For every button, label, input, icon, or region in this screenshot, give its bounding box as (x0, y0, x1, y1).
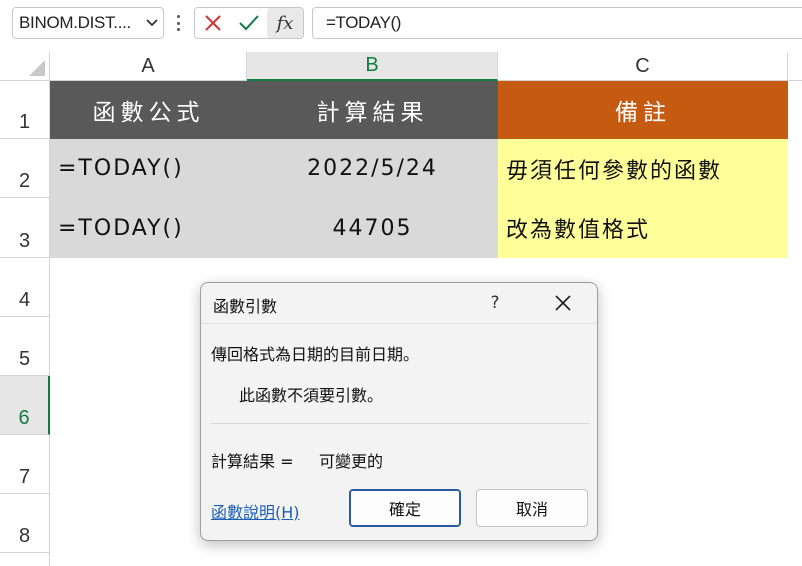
name-box[interactable]: BINOM.DIST.... (12, 7, 164, 39)
select-all-icon (29, 60, 45, 76)
column-header-d[interactable] (788, 52, 802, 81)
column-header-a[interactable]: A (50, 52, 247, 81)
formula-buttons: fx (194, 7, 304, 39)
cancel-icon[interactable] (195, 8, 231, 38)
result-label: 計算結果 = (211, 452, 294, 471)
function-help-link[interactable]: 函數說明(H) (211, 499, 300, 523)
row-header-6[interactable]: 6 (0, 376, 50, 435)
result-value: 可變更的 (319, 452, 384, 471)
function-arguments-dialog: 函數引數 ? 傳回格式為日期的目前日期。 此函數不須要引數。 計算結果 = 可變… (200, 282, 598, 541)
row-header-5[interactable]: 5 (0, 317, 50, 376)
dialog-title: 函數引數 (213, 297, 278, 316)
cell-c3[interactable]: 改為數值格式 (498, 198, 788, 258)
insert-function-icon[interactable]: fx (267, 8, 303, 38)
cancel-button[interactable]: 取消 (476, 489, 588, 527)
select-all-button[interactable] (0, 52, 50, 81)
cell-a3[interactable]: =TODAY() (50, 198, 247, 258)
argument-note: 此函數不須要引數。 (239, 386, 384, 405)
close-icon[interactable] (551, 291, 575, 315)
function-description: 傳回格式為日期的目前日期。 (211, 345, 420, 364)
help-icon[interactable]: ? (485, 291, 505, 315)
ok-button[interactable]: 確定 (349, 489, 461, 527)
row-header-7[interactable]: 7 (0, 435, 50, 494)
cell-c1[interactable]: 備註 (498, 81, 788, 139)
cell-b1[interactable]: 計算結果 (247, 81, 498, 139)
column-header-b[interactable]: B (247, 52, 498, 81)
divider (211, 423, 589, 424)
cell-c2[interactable]: 毋須任何參數的函數 (498, 139, 788, 198)
name-box-value: BINOM.DIST.... (19, 13, 131, 32)
more-options-icon[interactable] (172, 12, 184, 34)
row-header-2[interactable]: 2 (0, 139, 50, 198)
cell-b2[interactable]: 2022/5/24 (247, 139, 498, 198)
enter-icon[interactable] (231, 8, 267, 38)
row-header-3[interactable]: 3 (0, 198, 50, 258)
row-header-8[interactable]: 8 (0, 494, 50, 553)
row-header-9[interactable] (0, 553, 50, 566)
cell-a2[interactable]: =TODAY() (50, 139, 247, 198)
cell-b3[interactable]: 44705 (247, 198, 498, 258)
row-header-1[interactable]: 1 (0, 81, 50, 139)
title-separator (201, 323, 597, 324)
cell-a1[interactable]: 函數公式 (50, 81, 247, 139)
column-header-c[interactable]: C (498, 52, 788, 81)
chevron-down-icon[interactable] (141, 18, 163, 28)
formula-bar: BINOM.DIST.... fx =TODAY() (0, 0, 802, 52)
formula-input[interactable]: =TODAY() (312, 7, 802, 39)
row-header-4[interactable]: 4 (0, 258, 50, 317)
